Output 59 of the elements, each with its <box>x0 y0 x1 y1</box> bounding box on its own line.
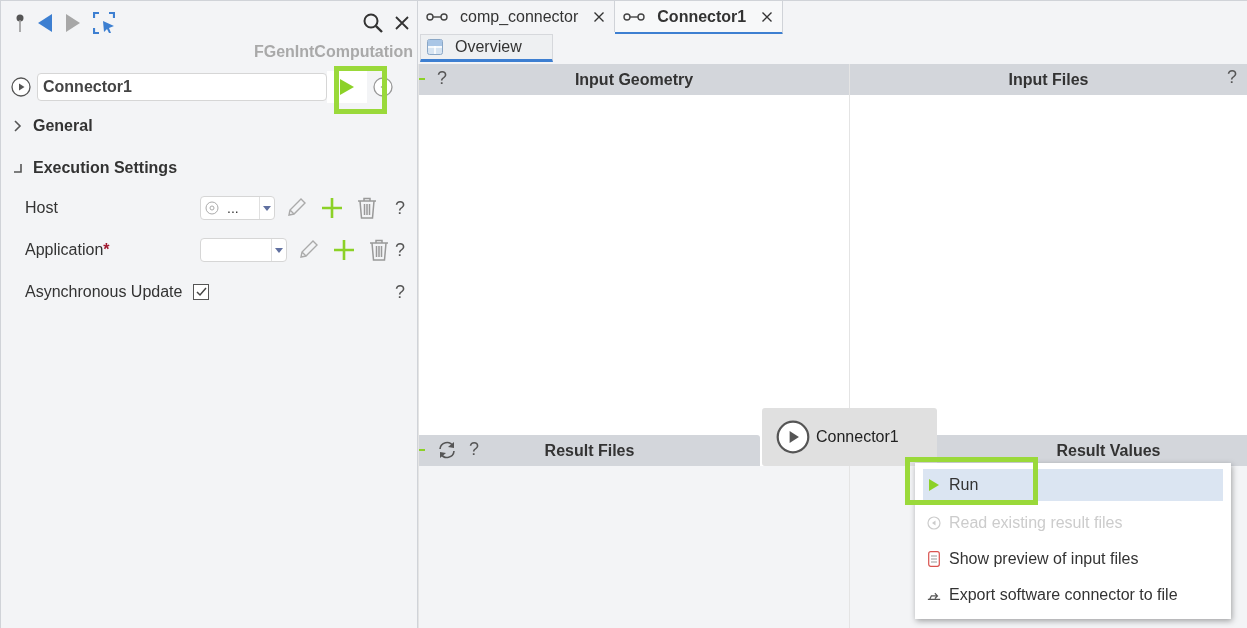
help-icon[interactable]: ? <box>395 281 405 303</box>
grid-icon <box>427 39 443 55</box>
refresh-icon[interactable] <box>437 439 457 460</box>
help-icon[interactable]: ? <box>437 68 447 89</box>
panel-title: Input Geometry <box>574 70 694 89</box>
help-icon[interactable]: ? <box>469 439 479 460</box>
collapse-circle-icon[interactable] <box>373 77 393 97</box>
connector-icon <box>426 11 448 22</box>
run-button[interactable] <box>327 71 367 103</box>
play-circle-icon[interactable] <box>11 77 31 97</box>
field-label: Application* <box>25 241 111 259</box>
selection-icon[interactable] <box>93 12 115 34</box>
search-icon[interactable] <box>363 13 383 33</box>
panel-title: Input Files <box>1008 70 1089 89</box>
trash-icon[interactable] <box>357 197 377 219</box>
close-icon[interactable] <box>761 11 773 22</box>
component-type-label: FGenIntComputation <box>252 42 414 61</box>
page-tab[interactable]: Overview <box>420 34 553 62</box>
back-circle-icon <box>927 516 941 530</box>
play-circle-icon <box>776 420 810 454</box>
name-field[interactable]: Connector1 <box>37 73 327 101</box>
menu-item[interactable]: Run <box>923 469 1223 501</box>
pin-icon[interactable] <box>15 13 25 33</box>
dropdown-caret-icon <box>275 247 283 253</box>
dropdown-caret-icon <box>263 205 271 211</box>
pencil-icon[interactable] <box>297 239 319 261</box>
close-icon[interactable] <box>594 11 605 22</box>
pencil-icon[interactable] <box>285 197 307 219</box>
help-icon[interactable]: ? <box>395 239 405 261</box>
trash-icon[interactable] <box>369 239 389 261</box>
target-icon <box>205 201 219 215</box>
field-label: Asynchronous Update <box>25 283 184 301</box>
dropdown-field[interactable]: ... <box>200 196 275 220</box>
section-header[interactable]: Execution Settings <box>1 149 417 187</box>
play-icon <box>929 479 939 491</box>
document-icon <box>928 551 940 567</box>
panel-title: Result Values <box>1056 441 1161 460</box>
dropdown-field[interactable] <box>200 238 287 262</box>
back-arrow-icon[interactable] <box>37 13 53 33</box>
help-icon[interactable]: ? <box>395 197 405 219</box>
drag-chip[interactable]: Connector1 <box>762 408 937 466</box>
tab-label: Connector1 <box>657 7 747 26</box>
forward-arrow-icon[interactable] <box>65 13 81 33</box>
panel-title: Result Files <box>544 441 635 460</box>
checkbox[interactable] <box>193 284 209 300</box>
menu-item[interactable]: Show preview of input files <box>923 541 1223 577</box>
play-icon <box>339 78 355 96</box>
help-icon[interactable]: ? <box>1227 67 1237 87</box>
connector-icon <box>623 11 646 22</box>
section-header[interactable]: General <box>1 107 417 145</box>
tab-label: Overview <box>455 38 522 56</box>
field-label: Host <box>25 199 59 217</box>
dropdown-value: ... <box>227 200 239 216</box>
editor-tab[interactable]: Connector1 <box>615 1 784 35</box>
menu-item[interactable]: Export software connector to file <box>923 577 1223 613</box>
tab-label: comp_connector <box>460 7 579 26</box>
close-icon[interactable] <box>395 16 409 30</box>
chip-label: Connector1 <box>816 428 899 446</box>
required-mark: * <box>103 241 110 258</box>
